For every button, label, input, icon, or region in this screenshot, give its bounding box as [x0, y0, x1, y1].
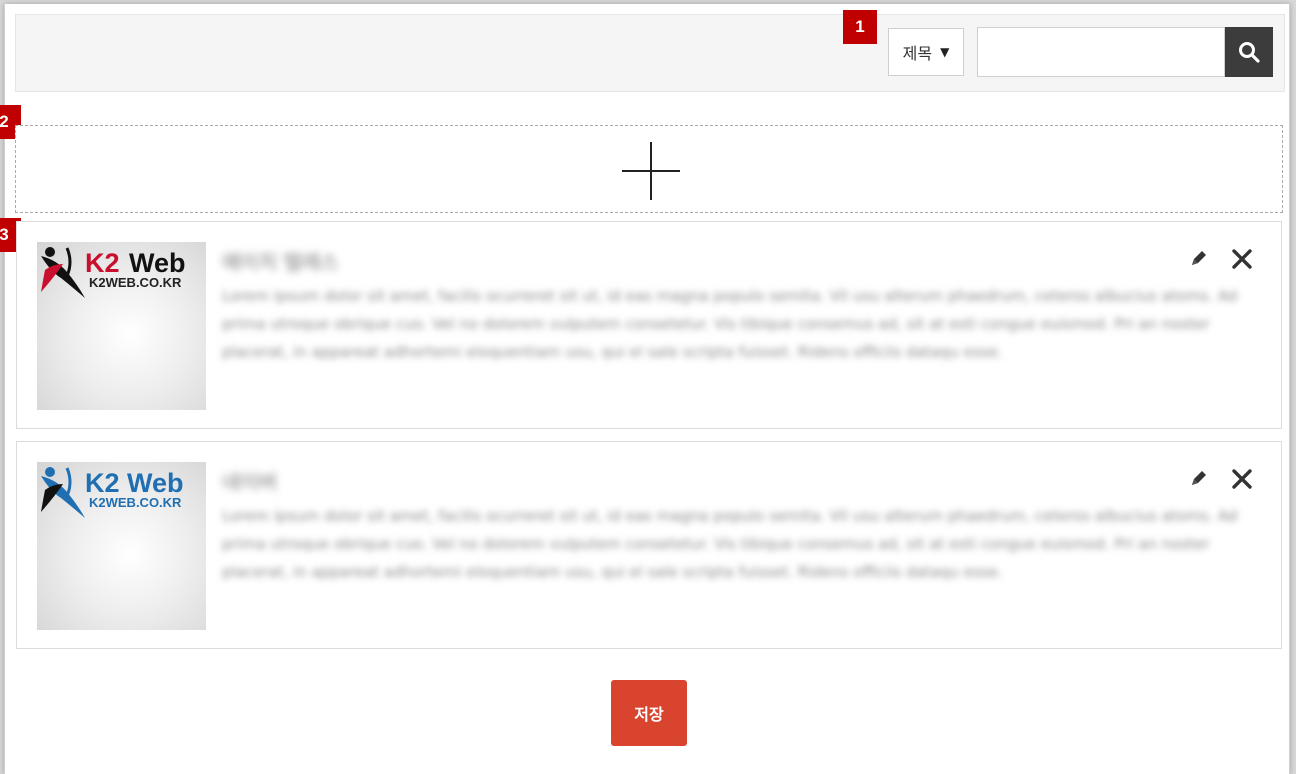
k2web-logo: K2 Web K2WEB.CO.KR — [41, 467, 184, 518]
search-button[interactable] — [1225, 27, 1273, 77]
search-toolbar: 제목 ▼ — [15, 14, 1285, 92]
logo-url: K2WEB.CO.KR — [89, 275, 182, 290]
pencil-icon — [1192, 471, 1206, 485]
save-button[interactable]: 저장 — [611, 680, 687, 746]
delete-button[interactable] — [1229, 246, 1255, 272]
search-icon — [1239, 42, 1260, 63]
logo-url: K2WEB.CO.KR — [89, 495, 182, 510]
search-field-select[interactable]: 제목 ▼ — [888, 28, 964, 76]
item-title: 에이치 텔레스 — [222, 250, 339, 274]
edit-button[interactable] — [1187, 466, 1211, 490]
item-description: Lorem ipsum dolor sit amet, facilis ocur… — [222, 287, 1238, 361]
caret-down-icon: ▼ — [940, 45, 950, 59]
close-icon — [1232, 249, 1252, 269]
edit-button[interactable] — [1187, 246, 1211, 270]
close-icon — [1232, 469, 1252, 489]
add-item-dropzone[interactable] — [15, 125, 1283, 213]
logo-brand-k2: K2 — [85, 248, 120, 278]
list-item: K2 Web K2WEB.CO.KR 에이치 텔레스 Lorem ipsum d… — [16, 221, 1282, 429]
pencil-icon — [1192, 251, 1206, 265]
item-thumbnail: K2 Web K2WEB.CO.KR — [37, 462, 206, 630]
delete-button[interactable] — [1229, 466, 1255, 492]
item-thumbnail: K2 Web K2WEB.CO.KR — [37, 242, 206, 410]
item-description: Lorem ipsum dolor sit amet, facilis ocur… — [222, 507, 1238, 581]
annotation-marker-1: 1 — [843, 10, 877, 44]
logo-brand-web: Web — [129, 248, 186, 278]
item-title: 네이버 — [222, 470, 278, 494]
editor-frame: 제목 ▼ 1 2 3 K2 Web K2WEB.CO.KR 에이치 텔레스 Lo… — [0, 4, 1290, 774]
list-item: K2 Web K2WEB.CO.KR 네이버 Lorem ipsum dolor… — [16, 441, 1282, 649]
search-input[interactable] — [977, 27, 1225, 77]
logo-brand: K2 Web — [85, 468, 184, 498]
search-field-select-label: 제목 — [902, 44, 933, 63]
k2web-logo: K2 Web K2WEB.CO.KR — [41, 247, 186, 298]
plus-icon-vertical — [650, 142, 652, 200]
